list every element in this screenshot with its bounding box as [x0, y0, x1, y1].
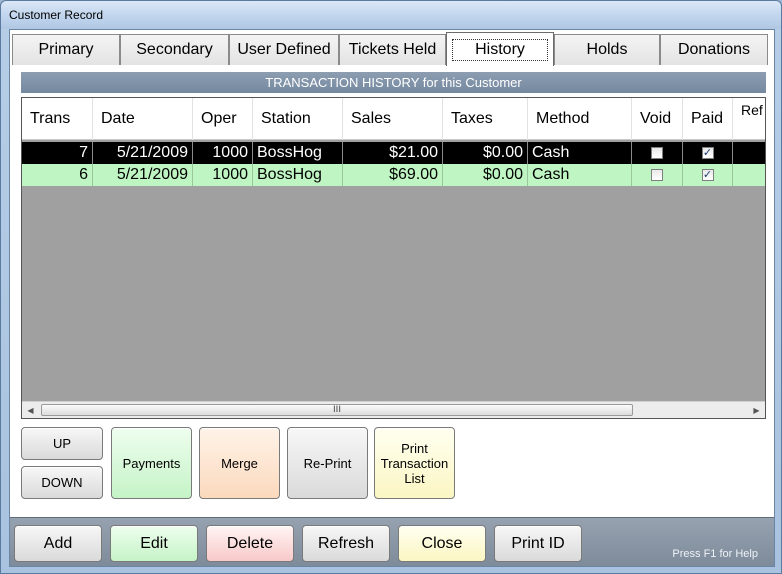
- print-transaction-list-button[interactable]: Print Transaction List: [374, 427, 455, 499]
- cell-paid: ✓: [683, 142, 733, 164]
- scroll-left-icon[interactable]: ◀: [22, 402, 39, 418]
- grid-header: Trans Date Oper Station Sales Taxes Meth…: [22, 98, 765, 140]
- paid-checkbox[interactable]: ✓: [701, 147, 714, 159]
- table-row[interactable]: 7 5/21/2009 1000 BossHog $21.00 $0.00 Ca…: [22, 142, 765, 164]
- cell-sales: $21.00: [343, 142, 443, 164]
- tab-secondary[interactable]: Secondary: [120, 34, 229, 65]
- title-bar[interactable]: Customer Record: [1, 1, 781, 29]
- add-button[interactable]: Add: [14, 525, 102, 562]
- cell-ref-id: [733, 142, 765, 164]
- cell-oper: 1000: [193, 164, 253, 186]
- cell-ref-id: [733, 164, 765, 186]
- transaction-grid[interactable]: Trans Date Oper Station Sales Taxes Meth…: [21, 97, 766, 419]
- merge-button[interactable]: Merge: [199, 427, 280, 499]
- cell-trans: 7: [22, 142, 93, 164]
- table-row[interactable]: 6 5/21/2009 1000 BossHog $69.00 $0.00 Ca…: [22, 164, 765, 186]
- grip-icon: III: [333, 405, 341, 415]
- window-client-area: Primary Secondary User Defined Tickets H…: [9, 29, 775, 567]
- column-header-date[interactable]: Date: [93, 98, 193, 140]
- cell-station: BossHog: [253, 142, 343, 164]
- tab-history[interactable]: History: [446, 32, 554, 66]
- horizontal-scrollbar[interactable]: ◀ III ▶: [22, 401, 765, 418]
- down-button[interactable]: DOWN: [21, 466, 103, 499]
- edit-button[interactable]: Edit: [110, 525, 198, 562]
- tab-strip: Primary Secondary User Defined Tickets H…: [12, 32, 774, 66]
- cell-taxes: $0.00: [443, 164, 528, 186]
- cell-method: Cash: [528, 164, 632, 186]
- tab-label: Primary: [38, 41, 94, 58]
- history-tab-panel: TRANSACTION HISTORY for this Customer Tr…: [12, 65, 772, 515]
- refresh-button[interactable]: Refresh: [302, 525, 390, 562]
- cell-station: BossHog: [253, 164, 343, 186]
- cell-oper: 1000: [193, 142, 253, 164]
- cell-void: [632, 142, 683, 164]
- column-header-station[interactable]: Station: [253, 98, 343, 140]
- cell-taxes: $0.00: [443, 142, 528, 164]
- column-header-paid[interactable]: Paid: [683, 98, 733, 140]
- print-id-button[interactable]: Print ID: [494, 525, 582, 562]
- scroll-right-icon[interactable]: ▶: [748, 402, 765, 418]
- tab-user-defined[interactable]: User Defined: [229, 34, 339, 65]
- tab-donations[interactable]: Donations: [660, 34, 768, 65]
- customer-record-window: Customer Record Primary Secondary User D…: [0, 0, 782, 574]
- cell-sales: $69.00: [343, 164, 443, 186]
- payments-button[interactable]: Payments: [111, 427, 192, 499]
- cell-void: [632, 164, 683, 186]
- cell-date: 5/21/2009: [93, 142, 193, 164]
- tab-label: Secondary: [136, 41, 213, 58]
- column-header-ref-id[interactable]: Ref ID: [733, 98, 765, 140]
- cell-paid: ✓: [683, 164, 733, 186]
- void-checkbox[interactable]: [651, 147, 663, 159]
- up-button[interactable]: UP: [21, 427, 103, 460]
- void-checkbox[interactable]: [651, 169, 663, 181]
- scroll-thumb[interactable]: III: [41, 404, 633, 416]
- paid-checkbox[interactable]: ✓: [701, 169, 714, 181]
- column-header-void[interactable]: Void: [632, 98, 683, 140]
- help-hint: Press F1 for Help: [672, 548, 758, 560]
- column-header-sales[interactable]: Sales: [343, 98, 443, 140]
- tab-holds[interactable]: Holds: [554, 34, 660, 65]
- tab-primary[interactable]: Primary: [12, 34, 120, 65]
- tab-label: User Defined: [237, 41, 331, 58]
- section-header: TRANSACTION HISTORY for this Customer: [21, 72, 766, 93]
- bottom-toolbar: Add Edit Delete Refresh Close Print ID P…: [10, 517, 774, 566]
- window-title: Customer Record: [9, 8, 104, 22]
- tab-tickets-held[interactable]: Tickets Held: [339, 34, 446, 65]
- column-header-taxes[interactable]: Taxes: [443, 98, 528, 140]
- tab-label: Tickets Held: [348, 41, 437, 58]
- column-header-trans[interactable]: Trans: [22, 98, 93, 140]
- tab-label: History: [452, 38, 548, 61]
- tab-label: Donations: [677, 41, 751, 58]
- reprint-button[interactable]: Re-Print: [287, 427, 368, 499]
- cell-method: Cash: [528, 142, 632, 164]
- close-button[interactable]: Close: [398, 525, 486, 562]
- column-header-oper[interactable]: Oper: [193, 98, 253, 140]
- delete-button[interactable]: Delete: [206, 525, 294, 562]
- cell-date: 5/21/2009: [93, 164, 193, 186]
- column-header-method[interactable]: Method: [528, 98, 632, 140]
- tab-label: Holds: [586, 41, 628, 58]
- cell-trans: 6: [22, 164, 93, 186]
